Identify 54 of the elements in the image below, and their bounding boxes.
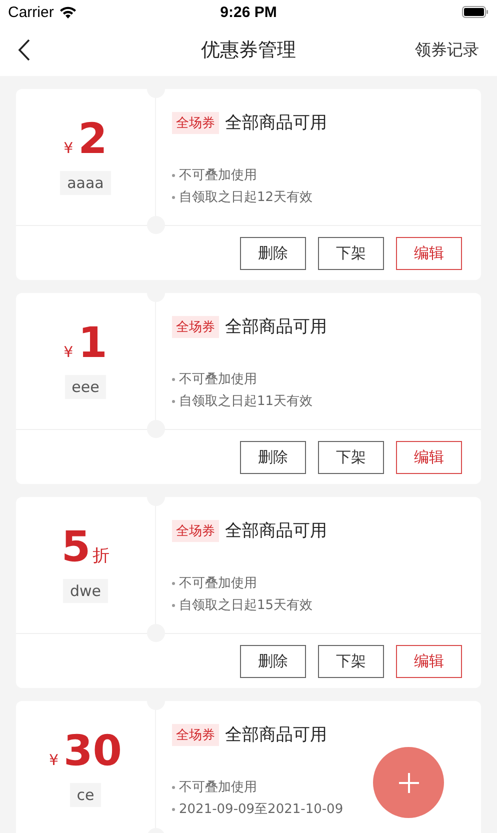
- bullet-dot: [172, 604, 175, 606]
- discount-unit: 折: [92, 545, 110, 567]
- coupon-rule: 2021-09-09至2021-10-09: [179, 801, 344, 818]
- plus-icon: [398, 772, 418, 792]
- coupon-rule: 不可叠加使用: [179, 575, 257, 592]
- coupon-amount: 2: [78, 115, 108, 163]
- coupon-action-button[interactable]: 下架: [318, 440, 384, 474]
- coupon-amount: 30: [64, 727, 122, 775]
- coupon-action-button[interactable]: 下架: [318, 236, 384, 270]
- wifi-icon: [58, 6, 77, 18]
- coupon-tag: 全场券: [172, 724, 219, 746]
- bullet-dot: [172, 400, 175, 402]
- bullet-dot: [172, 582, 175, 584]
- records-link[interactable]: 领券记录: [415, 40, 479, 60]
- back-button[interactable]: [16, 37, 32, 63]
- coupon-action-button[interactable]: 删除: [240, 644, 306, 678]
- coupon-rule: 不可叠加使用: [179, 371, 257, 388]
- bullet-dot: [172, 378, 175, 380]
- bullet-dot: [172, 196, 175, 198]
- coupon-action-button[interactable]: 编辑: [396, 644, 462, 678]
- coupon-name: eee: [64, 375, 106, 399]
- bullet-dot: [172, 786, 175, 788]
- coupon-action-button[interactable]: 编辑: [396, 440, 462, 474]
- coupon-rule: 不可叠加使用: [179, 779, 257, 796]
- coupon-name: aaaa: [60, 171, 111, 195]
- currency-symbol: ¥: [64, 343, 74, 361]
- coupon-name: ce: [70, 783, 102, 807]
- currency-symbol: ¥: [49, 751, 59, 769]
- coupon-tag: 全场券: [172, 112, 219, 134]
- bullet-dot: [172, 174, 175, 176]
- bullet-dot: [172, 808, 175, 810]
- coupon-rule: 自领取之日起12天有效: [179, 189, 313, 206]
- carrier-name: Carrier: [8, 4, 54, 20]
- coupon-rule: 不可叠加使用: [179, 167, 257, 184]
- coupon-action-button[interactable]: 删除: [240, 440, 306, 474]
- coupon-action-button[interactable]: 删除: [240, 236, 306, 270]
- battery-icon: [462, 6, 489, 18]
- coupon-action-button[interactable]: 编辑: [396, 236, 462, 270]
- coupon-amount: 5: [61, 523, 91, 571]
- page-title: 优惠券管理: [201, 38, 296, 63]
- back-icon: [18, 39, 30, 61]
- coupon-name: dwe: [62, 579, 108, 603]
- coupon-rule: 自领取之日起15天有效: [179, 597, 313, 614]
- coupon-action-button[interactable]: 下架: [318, 644, 384, 678]
- coupon-title: 全部商品可用: [225, 724, 327, 746]
- coupon-title: 全部商品可用: [225, 316, 327, 338]
- currency-symbol: ¥: [64, 139, 74, 157]
- coupon-amount: 1: [78, 319, 108, 367]
- coupon-rule: 自领取之日起11天有效: [179, 393, 313, 410]
- coupon-tag: 全场券: [172, 316, 219, 338]
- coupon-tag: 全场券: [172, 520, 219, 542]
- coupon-title: 全部商品可用: [225, 112, 327, 134]
- coupon-title: 全部商品可用: [225, 520, 327, 542]
- status-time: 9:26 PM: [220, 4, 277, 20]
